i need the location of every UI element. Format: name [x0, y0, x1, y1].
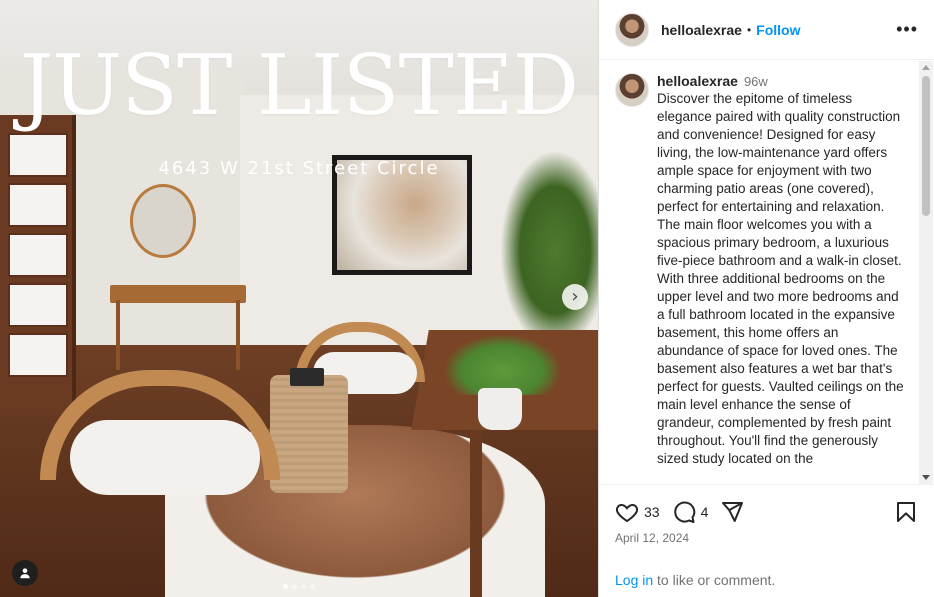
scroll-up-arrow[interactable]	[922, 65, 930, 70]
photo-address: 4643 W 21st Street Circle	[158, 158, 440, 179]
comment-icon[interactable]	[672, 500, 696, 524]
scrollbar-thumb[interactable]	[922, 76, 930, 216]
author-avatar[interactable]	[615, 12, 649, 47]
photo-book	[290, 368, 324, 386]
login-prompt: Log in to like or comment.	[615, 572, 775, 588]
caption-age[interactable]: 96w	[744, 74, 768, 89]
header-separator: •	[746, 22, 752, 37]
share-icon[interactable]	[720, 500, 744, 524]
login-prompt-text: to like or comment.	[653, 572, 776, 588]
more-icon[interactable]: •••	[896, 19, 918, 40]
heart-icon[interactable]	[615, 500, 639, 524]
post-modal: JUST LISTED 4643 W 21st Street Circle › …	[0, 0, 934, 597]
post-side-panel: helloalexrae • Follow ••• helloalexrae 96…	[598, 0, 934, 597]
caption-text: Discover the epitome of timeless eleganc…	[657, 91, 904, 466]
photo-chair-front	[40, 370, 280, 540]
post-actions: 33 4 April 12, 2024 Log in to like or co…	[599, 484, 934, 597]
photo-console-table	[110, 285, 246, 303]
photo-mirror	[130, 184, 196, 258]
author-username[interactable]: helloalexrae	[661, 22, 742, 38]
carousel-dot	[310, 584, 315, 589]
carousel-dot	[292, 584, 297, 589]
tagged-users-button[interactable]	[12, 560, 38, 586]
carousel-dot	[301, 584, 306, 589]
scroll-down-arrow[interactable]	[922, 475, 930, 480]
photo-side-stool	[270, 375, 348, 493]
login-link[interactable]: Log in	[615, 572, 653, 588]
carousel-next-button[interactable]: ›	[562, 284, 588, 310]
caption-avatar[interactable]	[615, 73, 649, 107]
caption-username[interactable]: helloalexrae	[657, 73, 738, 89]
carousel-dot	[283, 584, 288, 589]
caption-scrollbar[interactable]	[919, 61, 933, 484]
bookmark-icon[interactable]	[894, 500, 918, 524]
photo-plant-pot	[478, 388, 522, 430]
comment-count[interactable]: 4	[701, 504, 709, 520]
carousel-dots	[0, 576, 598, 594]
photo-palm-plant	[500, 150, 598, 350]
follow-button[interactable]: Follow	[756, 22, 800, 38]
user-tag-icon	[20, 568, 30, 579]
like-count[interactable]: 33	[644, 504, 660, 520]
post-date[interactable]: April 12, 2024	[615, 531, 689, 545]
photo-table-plant	[445, 335, 560, 395]
chevron-right-icon: ›	[571, 286, 579, 307]
post-photo[interactable]: JUST LISTED 4643 W 21st Street Circle ›	[0, 0, 598, 597]
caption: helloalexrae 96w Discover the epitome of …	[599, 61, 919, 484]
post-header: helloalexrae • Follow •••	[599, 0, 934, 60]
photo-headline: JUST LISTED	[19, 37, 579, 134]
